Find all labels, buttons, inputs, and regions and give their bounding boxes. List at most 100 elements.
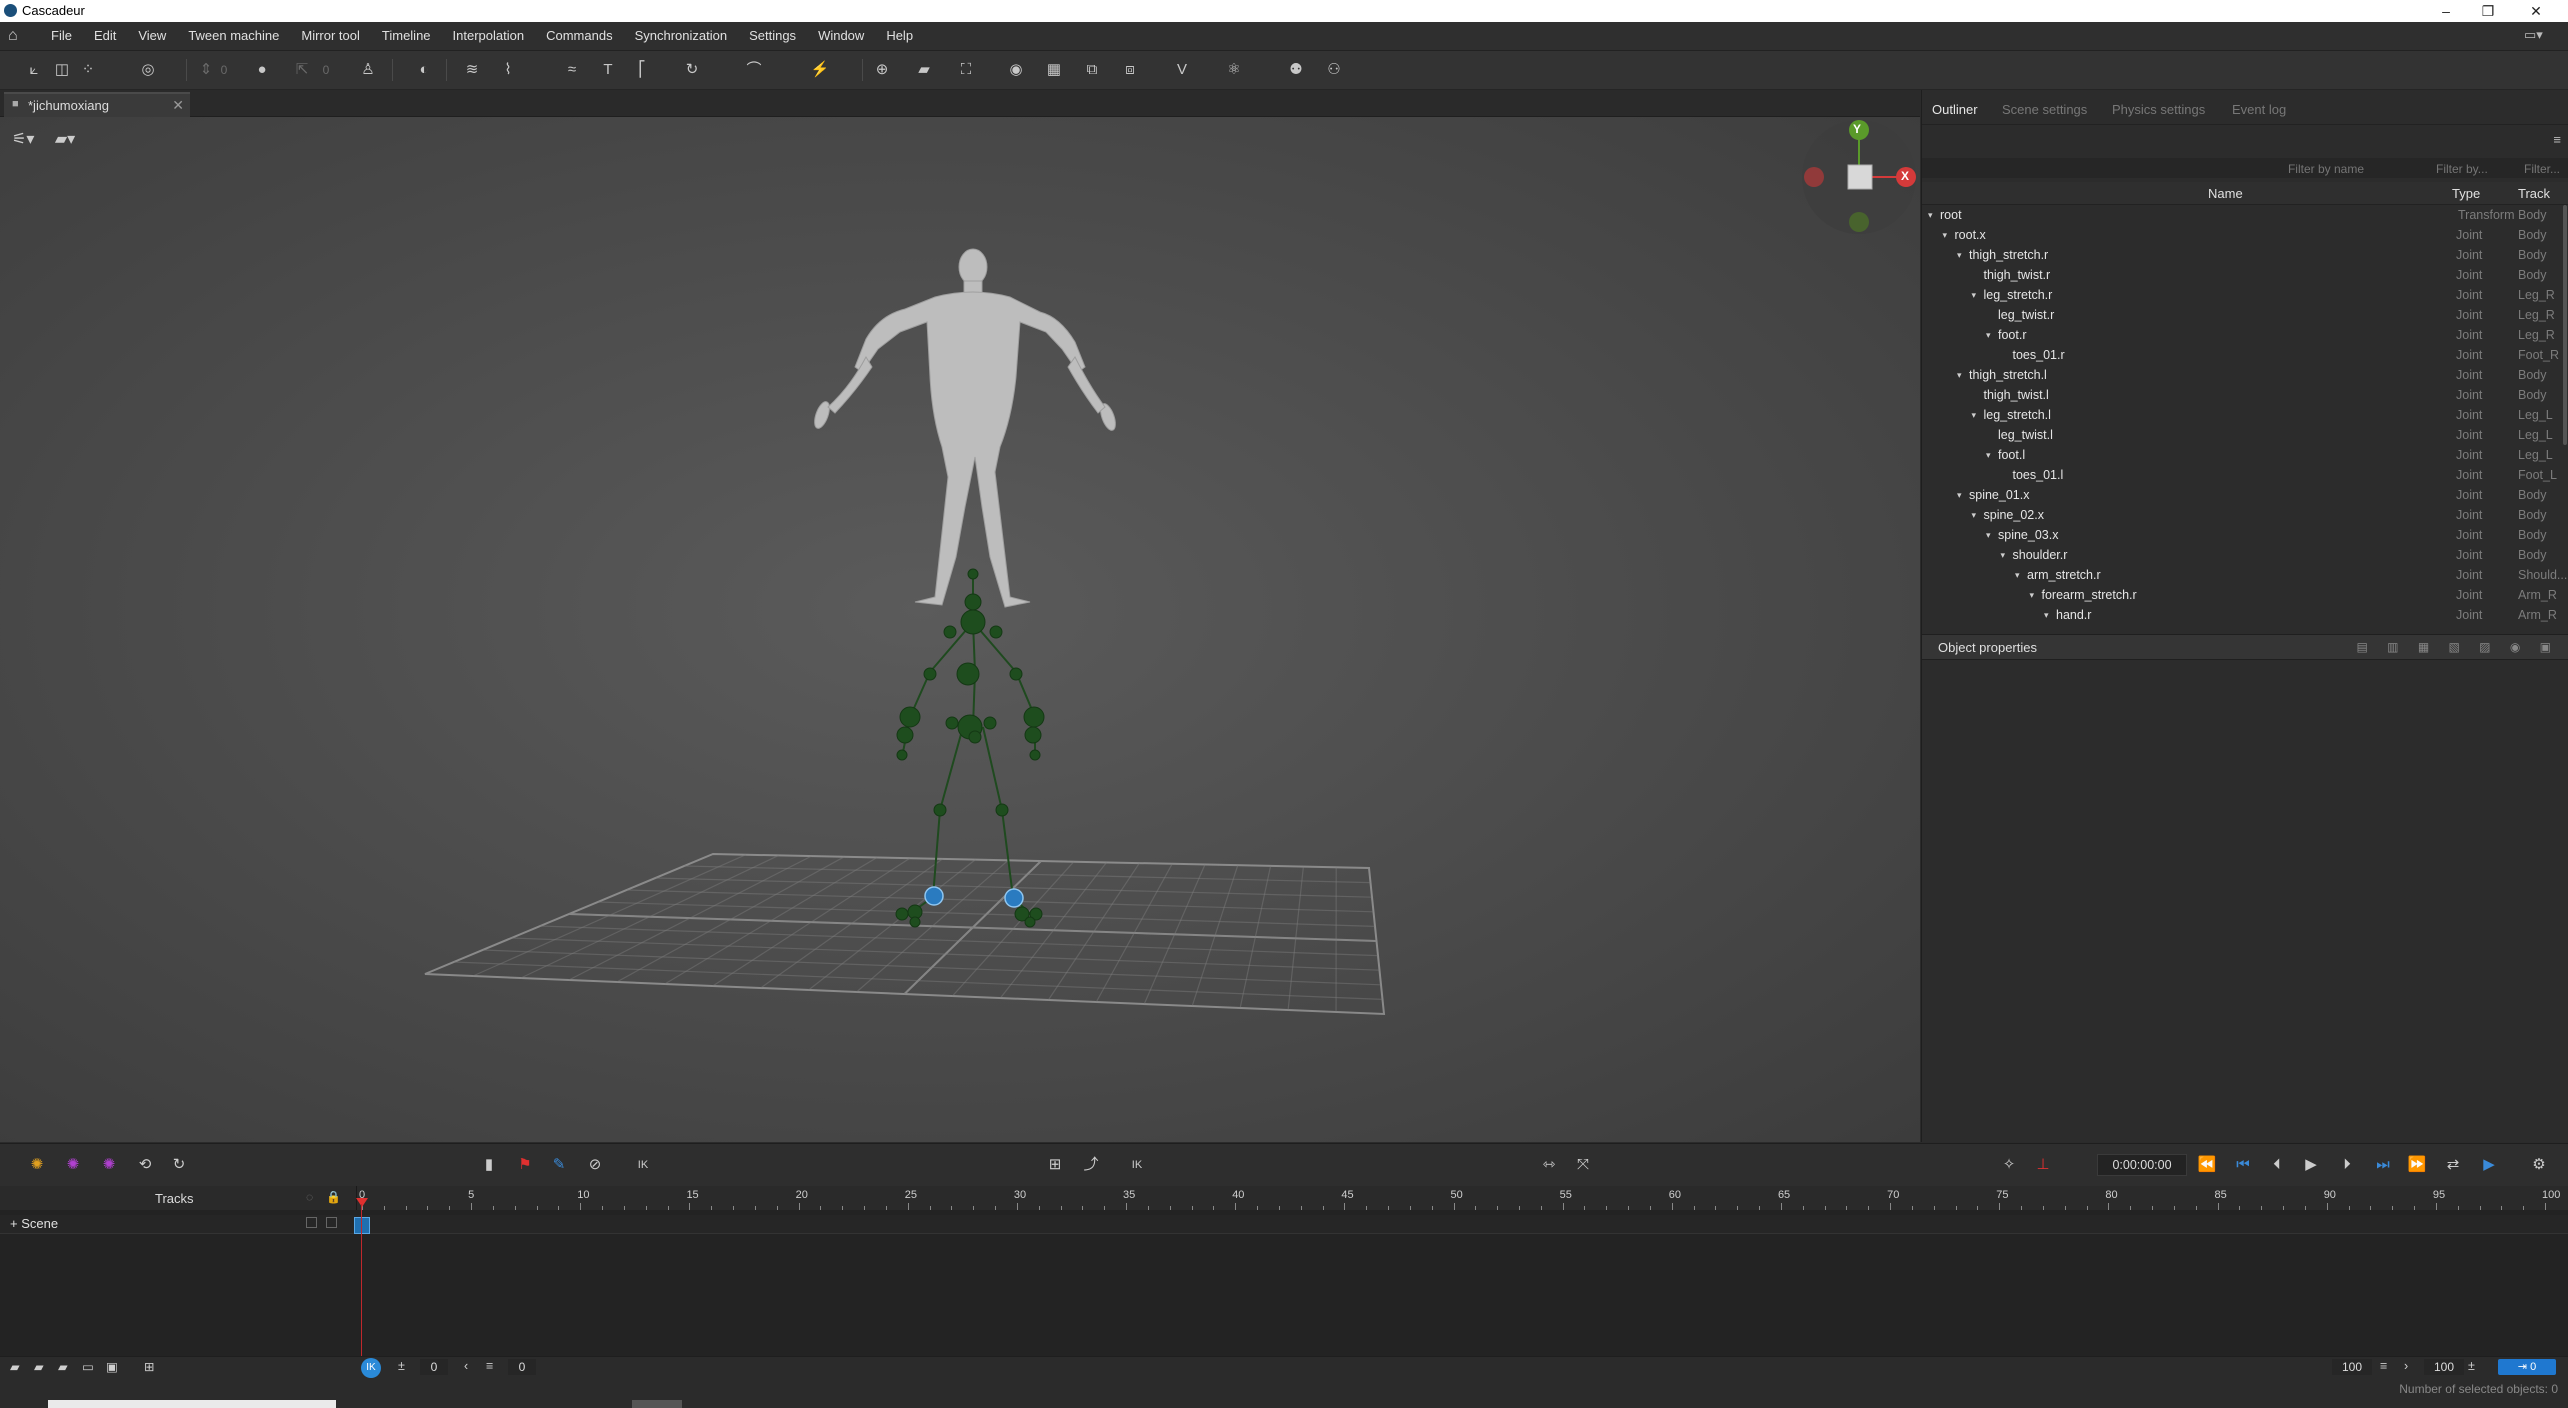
expand-arrow-icon[interactable]: ▾ — [1957, 485, 1962, 505]
expand-icon[interactable]: ⊞ — [144, 1359, 154, 1374]
property-filter-icons[interactable]: ▤ ▥ ▦ ▧ ▨ ◉ ▣ — [2356, 640, 2559, 654]
outliner-row[interactable]: ▾ thigh_stretch.r Joint Body — [1922, 245, 2568, 265]
new-folder-icon[interactable]: ▰ — [10, 1359, 20, 1374]
lock-icon[interactable]: 🔒 — [326, 1190, 341, 1204]
outliner-row[interactable]: ▾ foot.r Joint Leg_R — [1922, 325, 2568, 345]
expand-arrow-icon[interactable]: ▾ — [1972, 405, 1977, 425]
outliner-row[interactable]: ▾ leg_stretch.l Joint Leg_L — [1922, 405, 2568, 425]
value-field-b[interactable]: 0 — [314, 59, 338, 81]
home-icon[interactable]: ⌂ — [8, 27, 26, 45]
column-type[interactable]: Type — [2452, 186, 2480, 201]
document-tab[interactable]: ■ *jichumoxiang ✕ — [4, 92, 190, 118]
expand-arrow-icon[interactable]: ▾ — [2044, 605, 2049, 625]
physics-icon[interactable]: ⚛ — [1222, 59, 1246, 81]
frame-icon[interactable]: ⛶ — [954, 59, 978, 81]
bracket-tool-icon[interactable]: ⎡ — [630, 59, 654, 81]
ik-toggle-icon[interactable]: IK — [632, 1154, 654, 1176]
outliner-row[interactable]: leg_twist.r Joint Leg_R — [1922, 305, 2568, 325]
menu-commands[interactable]: Commands — [535, 22, 623, 50]
next-arrow-icon[interactable]: › — [2404, 1359, 2408, 1373]
outliner-scrollbar[interactable] — [2563, 205, 2567, 445]
minimize-button[interactable]: – — [2426, 1, 2466, 21]
expand-arrow-icon[interactable]: ▾ — [1928, 205, 1933, 225]
menu-synchronization[interactable]: Synchronization — [624, 22, 739, 50]
add-track-icon[interactable]: ▰ — [34, 1359, 44, 1374]
layout-icon[interactable]: ▭▾ — [2524, 27, 2554, 45]
axis-tool-icon[interactable]: ⟀ — [22, 59, 46, 81]
keyframe[interactable] — [354, 1217, 370, 1234]
column-track[interactable]: Track — [2518, 186, 2550, 201]
duplicate-track-icon[interactable]: ▭ — [82, 1359, 94, 1374]
spiral-icon[interactable]: ◉ — [1004, 59, 1028, 81]
timeline[interactable]: Tracks ◌ 🔒 0 5 10 15 20 25 30 35 40 45 50 55 60 65 70 7… — [0, 1186, 2568, 1378]
orientation-gizmo[interactable]: Y X — [1800, 117, 1920, 237]
ik-fk-icon[interactable]: IK — [1126, 1154, 1148, 1176]
key-fixed-icon[interactable]: ✺ — [98, 1154, 120, 1176]
run-icon[interactable]: ⚡ — [808, 59, 832, 81]
panel-menu-icon[interactable]: ≡ — [2553, 132, 2561, 147]
disable-icon[interactable]: ⊘ — [584, 1154, 606, 1176]
scene-lock-checkbox[interactable] — [326, 1217, 337, 1228]
end-frame-field-b[interactable]: 100 — [2424, 1359, 2464, 1375]
outliner-row[interactable]: thigh_twist.l Joint Body — [1922, 385, 2568, 405]
key-all-icon[interactable]: ✺ — [26, 1154, 48, 1176]
select-tool-icon[interactable]: ◫ — [50, 59, 74, 81]
prev-arrow-icon[interactable]: ‹ — [464, 1359, 468, 1373]
expand-arrow-icon[interactable]: ▾ — [1972, 505, 1977, 525]
column-name[interactable]: Name — [2208, 186, 2243, 201]
next-frame-icon[interactable]: ⏵ — [2336, 1154, 2358, 1176]
split-icon[interactable]: ⊥ — [2032, 1154, 2054, 1176]
expand-arrow-icon[interactable]: ▾ — [1986, 325, 1991, 345]
remove-track-icon[interactable]: ▰ — [58, 1359, 68, 1374]
timeline-settings-icon[interactable]: ⚙ — [2528, 1154, 2550, 1176]
range-end-icon[interactable]: ≡ — [2380, 1359, 2387, 1373]
range-icon[interactable]: ≡ — [486, 1359, 493, 1373]
tab-outliner[interactable]: Outliner — [1932, 102, 1978, 117]
scene-visibility-checkbox[interactable] — [306, 1217, 317, 1228]
outliner-row[interactable]: ▾ leg_stretch.r Joint Leg_R — [1922, 285, 2568, 305]
expand-arrow-icon[interactable]: ▾ — [1957, 365, 1962, 385]
visibility-icon[interactable]: ◌ — [306, 1190, 313, 1204]
filter-track-input[interactable] — [2522, 160, 2568, 178]
end-frame-field-a[interactable]: 100 — [2332, 1359, 2372, 1375]
current-frame-field[interactable]: 0 — [420, 1359, 448, 1375]
frame-stepper-icon[interactable]: ± — [398, 1359, 405, 1373]
move-step-icon[interactable]: ⇱ — [290, 59, 314, 81]
key-refresh-icon[interactable]: ↻ — [168, 1154, 190, 1176]
next-key-icon[interactable]: ⏭ — [2372, 1154, 2394, 1176]
restore-button[interactable]: ❐ — [2468, 1, 2508, 21]
mirror-icon[interactable]: V — [1170, 59, 1194, 81]
outliner-row[interactable]: ▾ foot.l Joint Leg_L — [1922, 445, 2568, 465]
interval-icon[interactable]: ⊞ — [1044, 1154, 1066, 1176]
tab-physics-settings[interactable]: Physics settings — [2112, 102, 2205, 117]
menu-mirror-tool[interactable]: Mirror tool — [290, 22, 371, 50]
fast-forward-icon[interactable]: ⏩ — [2406, 1154, 2428, 1176]
eraser-icon[interactable]: ◐ — [412, 59, 436, 81]
expand-arrow-icon[interactable]: ▾ — [2015, 565, 2020, 585]
menu-help[interactable]: Help — [875, 22, 924, 50]
key-interval-icon[interactable]: ✺ — [62, 1154, 84, 1176]
point-icon[interactable]: ● — [250, 59, 274, 81]
play-selection-icon[interactable]: ▶ — [2478, 1154, 2500, 1176]
time-display[interactable]: 0:00:00:00 — [2097, 1154, 2187, 1176]
loop-tool-icon[interactable]: ↻ — [680, 59, 704, 81]
delete-track-icon[interactable]: ▣ — [106, 1359, 118, 1374]
auto-pose-icon[interactable]: ⚇ — [1322, 59, 1346, 81]
prev-frame-icon[interactable]: ⏴ — [2266, 1154, 2288, 1176]
target-icon[interactable]: ⊕ — [870, 59, 894, 81]
flag-icon[interactable]: ⚑ — [514, 1154, 536, 1176]
rewind-icon[interactable]: ⏪ — [2196, 1154, 2218, 1176]
expand-arrow-icon[interactable]: ▾ — [1972, 285, 1977, 305]
menu-timeline[interactable]: Timeline — [371, 22, 442, 50]
filter-by-name-input[interactable] — [2122, 160, 2366, 178]
copy-icon[interactable]: ⧉ — [1080, 59, 1104, 81]
snap-icon[interactable]: ⤧ — [1572, 1154, 1594, 1176]
camera-icon[interactable]: ▰ — [912, 59, 936, 81]
3d-viewport[interactable]: ⚟▾ ▰▾ Y X — [0, 117, 1920, 1142]
expand-arrow-icon[interactable]: ▾ — [1957, 245, 1962, 265]
path-tool-icon[interactable]: ⌇ — [496, 59, 520, 81]
prev-key-icon[interactable]: ⏮ — [2232, 1154, 2254, 1176]
pivot-tool-icon[interactable]: ⁘ — [76, 59, 100, 81]
playhead[interactable] — [361, 1204, 362, 1378]
menu-file[interactable]: File — [40, 22, 83, 50]
